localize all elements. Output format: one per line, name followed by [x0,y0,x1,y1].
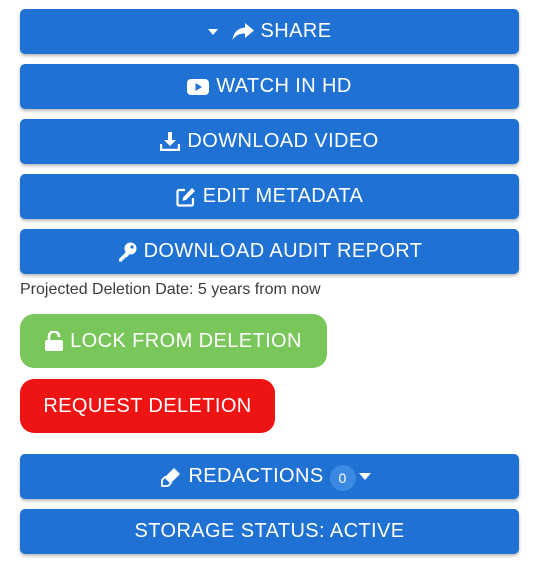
redactions-button[interactable]: REDACTIONS 0 [20,454,519,499]
eraser-icon [161,467,181,487]
download-audit-report-button[interactable]: DOWNLOAD AUDIT REPORT [20,229,519,274]
share-button[interactable]: SHARE [20,9,519,54]
video-actions-panel: SHARE WATCH IN HD DOWNLOAD VIDEO EDIT ME… [0,0,534,568]
unlock-icon [45,331,64,351]
lock-from-deletion-label: LOCK FROM DELETION [70,329,302,352]
storage-status-button[interactable]: STORAGE STATUS: ACTIVE [20,509,519,554]
request-deletion-button[interactable]: REQUEST DELETION [20,379,275,433]
download-video-label: DOWNLOAD VIDEO [187,130,379,152]
share-label: SHARE [260,20,332,42]
request-deletion-label: REQUEST DELETION [43,394,252,417]
caret-down-icon [358,473,371,480]
youtube-play-icon [187,78,210,95]
edit-metadata-label: EDIT METADATA [202,185,364,207]
download-audit-report-label: DOWNLOAD AUDIT REPORT [143,240,423,262]
projected-deletion-date: Projected Deletion Date: 5 years from no… [20,281,321,298]
edit-square-icon [176,187,196,207]
lock-from-deletion-button[interactable]: LOCK FROM DELETION [20,314,327,368]
redactions-label: REDACTIONS [188,465,324,487]
download-icon [160,132,181,151]
redactions-count-badge: 0 [329,465,356,491]
watch-in-hd-button[interactable]: WATCH IN HD [20,64,519,109]
download-video-button[interactable]: DOWNLOAD VIDEO [20,119,519,164]
watch-in-hd-label: WATCH IN HD [216,75,352,97]
key-icon [117,242,137,262]
storage-status-label: STORAGE STATUS: ACTIVE [134,520,405,542]
caret-down-icon [207,28,218,35]
edit-metadata-button[interactable]: EDIT METADATA [20,174,519,219]
share-arrow-icon [232,22,254,41]
